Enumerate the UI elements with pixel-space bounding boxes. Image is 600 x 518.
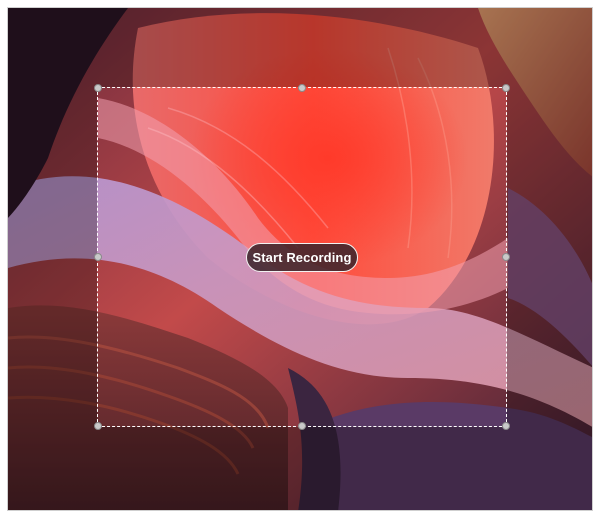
resize-handle-bottom-left[interactable] bbox=[94, 422, 102, 430]
dim-overlay-left bbox=[8, 87, 97, 427]
resize-handle-top-center[interactable] bbox=[298, 84, 306, 92]
resize-handle-bottom-center[interactable] bbox=[298, 422, 306, 430]
dim-overlay-right bbox=[507, 87, 592, 427]
resize-handle-bottom-right[interactable] bbox=[502, 422, 510, 430]
resize-handle-middle-right[interactable] bbox=[502, 253, 510, 261]
screen-recording-overlay: Start Recording bbox=[7, 7, 593, 511]
resize-handle-top-left[interactable] bbox=[94, 84, 102, 92]
dim-overlay-bottom bbox=[8, 427, 592, 510]
start-recording-button[interactable]: Start Recording bbox=[246, 243, 358, 272]
resize-handle-top-right[interactable] bbox=[502, 84, 510, 92]
resize-handle-middle-left[interactable] bbox=[94, 253, 102, 261]
dim-overlay-top bbox=[8, 8, 592, 87]
